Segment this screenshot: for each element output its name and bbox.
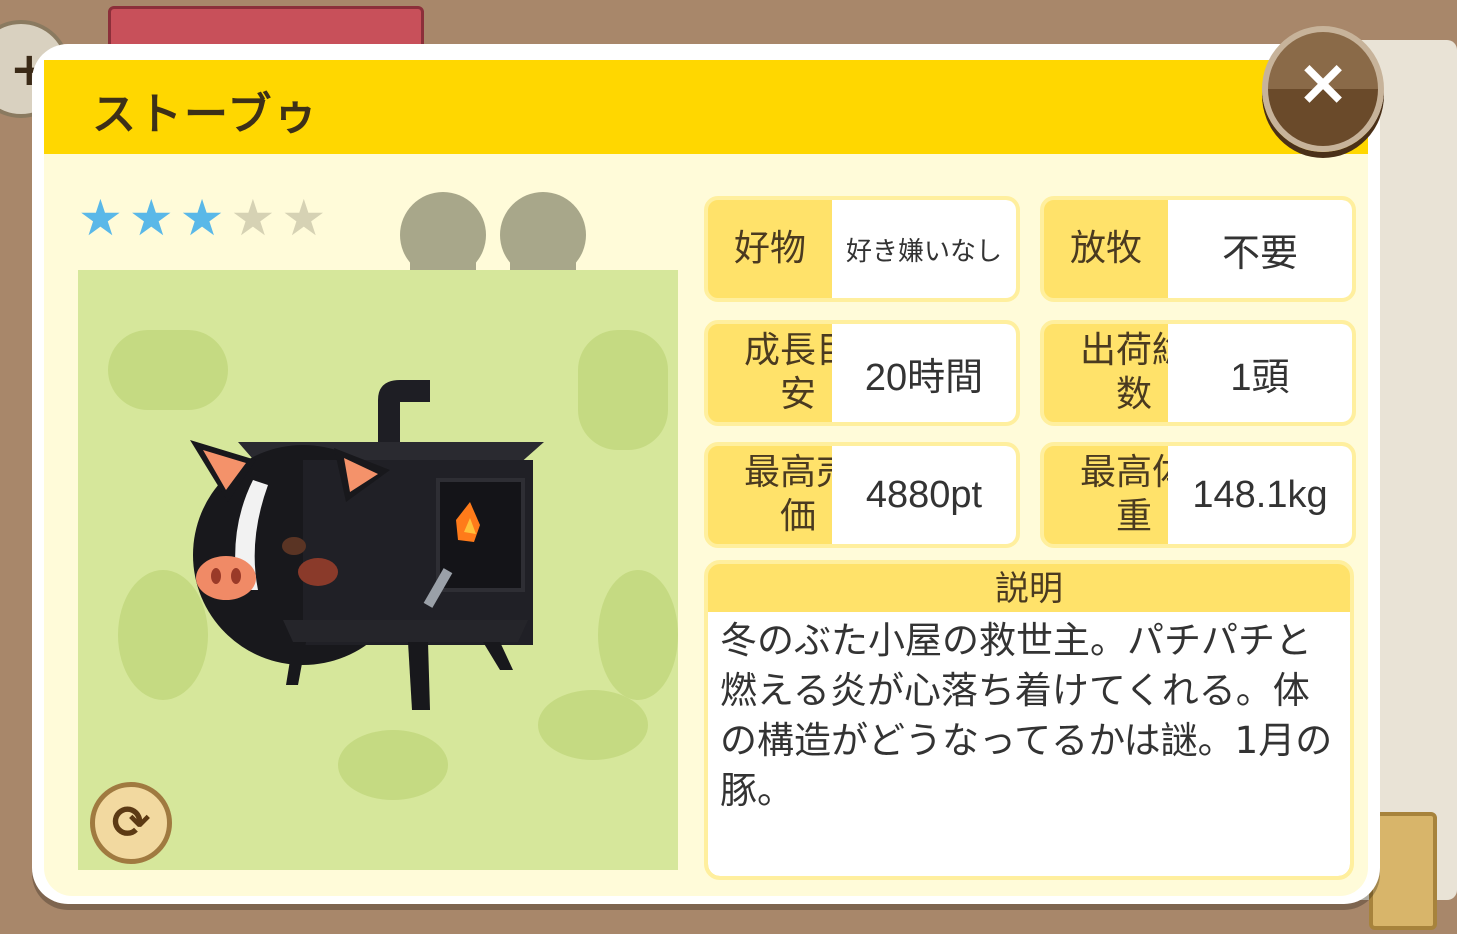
- close-button[interactable]: ×: [1262, 26, 1384, 152]
- description-header: 説明: [995, 569, 1063, 609]
- pig-name-title: ストーブゥ: [92, 89, 320, 140]
- stat-card-favorite: 好物 好き嫌いなし: [704, 196, 1020, 302]
- stat-value: 148.1kg: [1168, 446, 1352, 544]
- stat-card-growth: 成長目安 20時間: [704, 320, 1020, 426]
- swap-view-button[interactable]: ⟳: [90, 782, 172, 864]
- star-filled-icon: ★: [78, 189, 123, 247]
- pig-portrait: [78, 270, 678, 870]
- stat-value: 好き嫌いなし: [832, 200, 1016, 298]
- stat-value: 20時間: [832, 324, 1016, 422]
- refresh-icon: ⟳: [111, 795, 151, 849]
- star-filled-icon: ★: [179, 189, 225, 247]
- stat-value: 不要: [1168, 200, 1352, 298]
- stat-card-grazing: 放牧 不要: [1040, 196, 1356, 302]
- star-empty-icon: ★: [281, 189, 327, 247]
- star-rating: ★ ★ ★ ★ ★: [78, 190, 326, 246]
- stat-card-shipped: 出荷総数 1頭: [1040, 320, 1356, 426]
- stat-label: 好物: [733, 228, 806, 269]
- star-filled-icon: ★: [128, 189, 174, 247]
- stat-value: 4880pt: [832, 446, 1016, 544]
- star-empty-icon: ★: [230, 189, 276, 247]
- stat-card-price: 最高売価 4880pt: [704, 442, 1020, 548]
- stat-value: 1頭: [1168, 324, 1352, 422]
- stove-pig-illustration: [190, 380, 544, 710]
- description-box: 説明 冬のぶた小屋の救世主。パチパチと燃える炎が心落ち着けてくれる。体の構造がど…: [704, 560, 1354, 880]
- description-text: 冬のぶた小屋の救世主。パチパチと燃える炎が心落ち着けてくれる。体の構造がどうなっ…: [708, 612, 1350, 876]
- stat-label: 放牧: [1069, 228, 1142, 269]
- close-icon: ×: [1296, 46, 1350, 120]
- stat-card-weight: 最高体重 148.1kg: [1040, 442, 1356, 548]
